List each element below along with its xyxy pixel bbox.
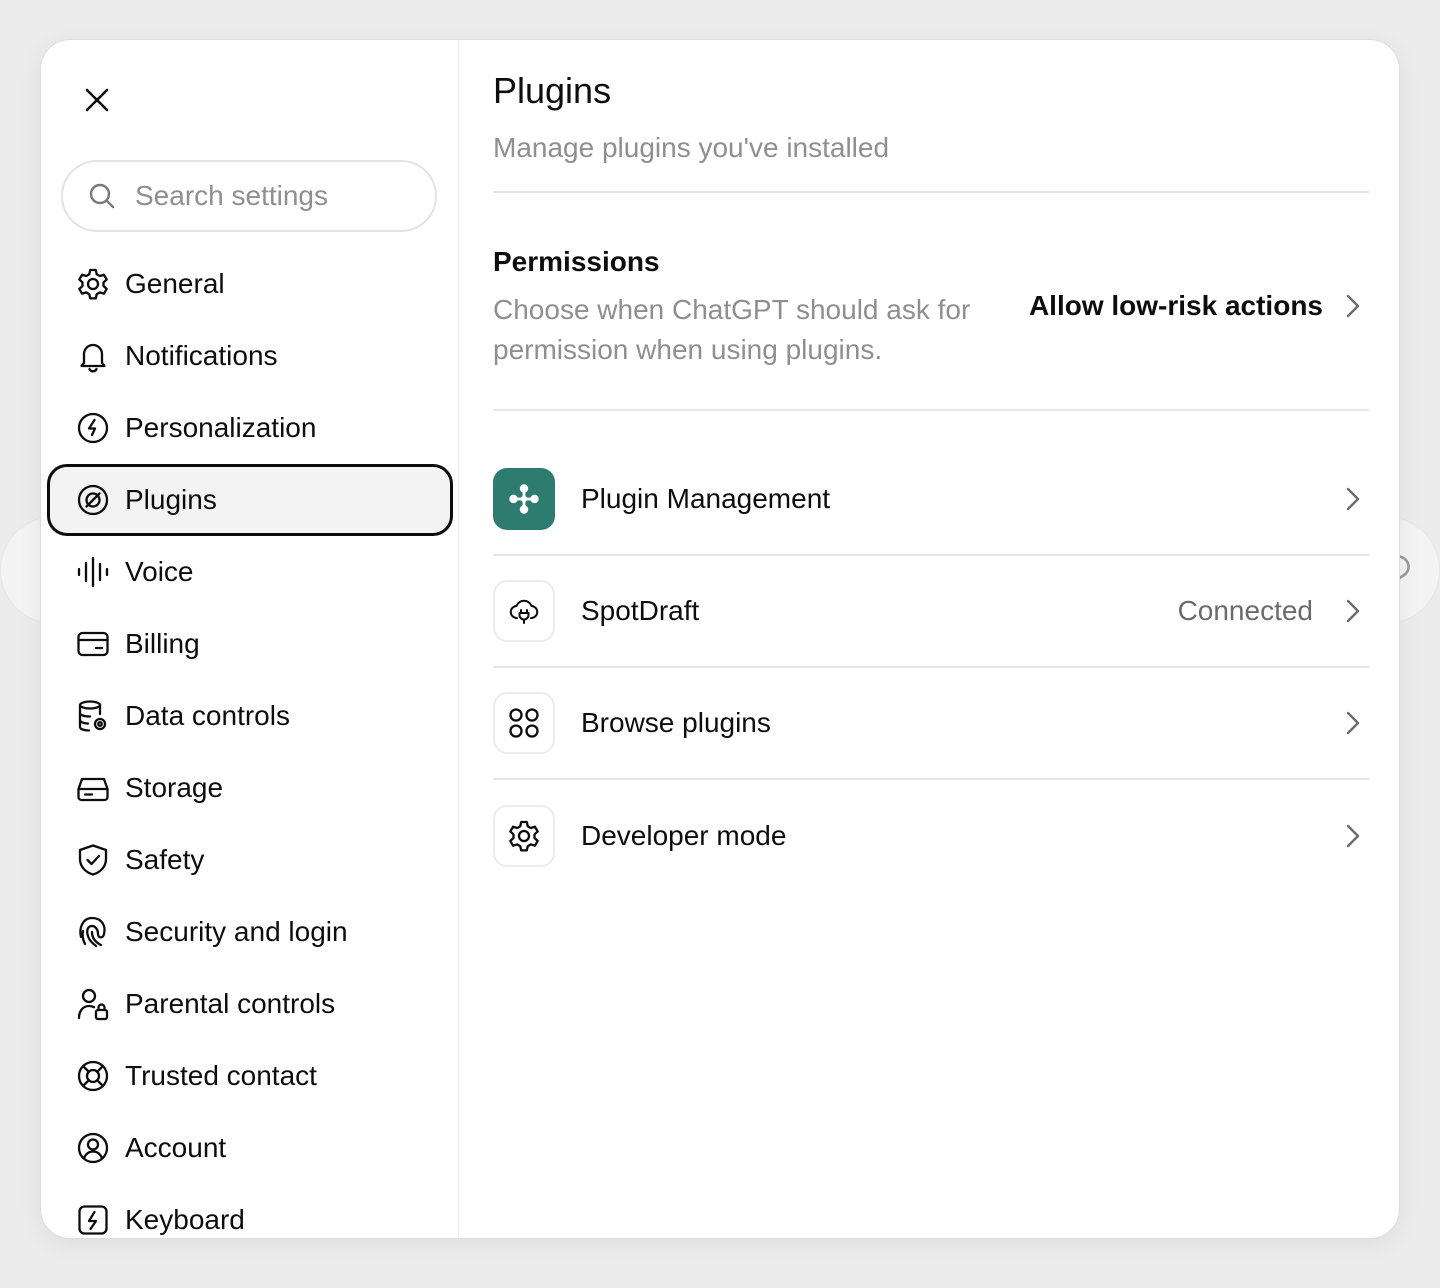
chevron-right-icon <box>1337 595 1369 627</box>
database-gear-icon <box>75 698 111 734</box>
row-plugin-management[interactable]: Plugin Management <box>493 443 1369 555</box>
search-icon <box>87 181 117 211</box>
waveform-icon <box>75 554 111 590</box>
chevron-right-icon <box>1337 290 1369 322</box>
settings-sidebar: General Notifications <box>41 40 459 1238</box>
sidebar-item-label: Safety <box>125 844 205 875</box>
chevron-right-icon <box>1337 483 1369 515</box>
sidebar-item-label: Keyboard <box>125 1204 245 1235</box>
sidebar-item-notifications[interactable]: Notifications <box>47 320 453 392</box>
divider <box>493 409 1369 411</box>
credit-card-icon <box>75 626 111 662</box>
row-label: Plugin Management <box>581 483 831 514</box>
connection-status: Connected <box>1177 595 1313 626</box>
user-circle-icon <box>75 1130 111 1166</box>
row-spotdraft[interactable]: SpotDraft Connected <box>493 555 1369 667</box>
sidebar-item-storage[interactable]: Storage <box>47 752 453 824</box>
permissions-description: Choose when ChatGPT should ask for permi… <box>493 294 971 365</box>
sidebar-item-safety[interactable]: Safety <box>47 824 453 896</box>
shield-check-icon <box>75 842 111 878</box>
personalization-icon <box>75 410 111 446</box>
row-developer-mode[interactable]: Developer mode <box>493 780 1369 892</box>
sidebar-item-label: Personalization <box>125 412 317 443</box>
gear-icon <box>493 805 555 867</box>
sidebar-item-label: Trusted contact <box>125 1060 317 1091</box>
sidebar-item-keyboard[interactable]: Keyboard <box>47 1184 453 1238</box>
gear-icon <box>75 266 111 302</box>
search-settings[interactable] <box>61 160 437 232</box>
sidebar-item-label: General <box>125 268 225 299</box>
chevron-right-icon <box>1337 820 1369 852</box>
sidebar-item-label: Security and login <box>125 916 348 947</box>
close-button[interactable] <box>77 80 117 120</box>
sidebar-item-label: Notifications <box>125 340 278 371</box>
row-browse-plugins[interactable]: Browse plugins <box>493 667 1369 779</box>
plugin-management-icon <box>493 468 555 530</box>
bell-icon <box>75 338 111 374</box>
plugins-icon <box>75 482 111 518</box>
page-title: Plugins <box>493 70 612 111</box>
permissions-select[interactable]: Allow low-risk actions <box>1029 282 1369 330</box>
sidebar-item-plugins[interactable]: Plugins <box>47 464 453 536</box>
sidebar-item-parental-controls[interactable]: Parental controls <box>47 968 453 1040</box>
keyboard-bolt-icon <box>75 1202 111 1238</box>
permissions-title: Permissions <box>493 246 660 277</box>
sidebar-item-label: Voice <box>125 556 194 587</box>
chevron-right-icon <box>1337 707 1369 739</box>
drive-icon <box>75 770 111 806</box>
sidebar-item-label: Parental controls <box>125 988 336 1019</box>
sidebar-item-data-controls[interactable]: Data controls <box>47 680 453 752</box>
sidebar-item-label: Storage <box>125 772 224 803</box>
sidebar-item-personalization[interactable]: Personalization <box>47 392 453 464</box>
sidebar-item-voice[interactable]: Voice <box>47 536 453 608</box>
page-subtitle: Manage plugins you've installed <box>493 132 890 163</box>
plugins-panel: Plugins Manage plugins you've installed … <box>493 40 1369 1238</box>
permissions-value: Allow low-risk actions <box>1028 290 1323 321</box>
row-label: SpotDraft <box>581 595 700 626</box>
sidebar-item-billing[interactable]: Billing <box>47 608 453 680</box>
sidebar-item-label: Billing <box>125 628 200 659</box>
person-lock-icon <box>75 986 111 1022</box>
sidebar-item-label: Data controls <box>125 700 290 731</box>
row-label: Browse plugins <box>581 707 771 738</box>
divider <box>493 191 1369 193</box>
sidebar-item-trusted-contact[interactable]: Trusted contact <box>47 1040 453 1112</box>
settings-dialog: General Notifications <box>40 39 1400 1239</box>
search-input[interactable] <box>135 180 415 212</box>
sidebar-item-label: Account <box>125 1132 227 1163</box>
lifebuoy-icon <box>75 1058 111 1094</box>
sidebar-item-label: Plugins <box>125 484 217 515</box>
cloud-plug-icon <box>493 580 555 642</box>
close-icon <box>85 88 109 112</box>
sidebar-item-security-and-login[interactable]: Security and login <box>47 896 453 968</box>
sidebar-item-general[interactable]: General <box>47 248 453 320</box>
sidebar-item-account[interactable]: Account <box>47 1112 453 1184</box>
fingerprint-icon <box>75 914 111 950</box>
row-label: Developer mode <box>581 820 787 851</box>
grid-circles-icon <box>493 692 555 754</box>
